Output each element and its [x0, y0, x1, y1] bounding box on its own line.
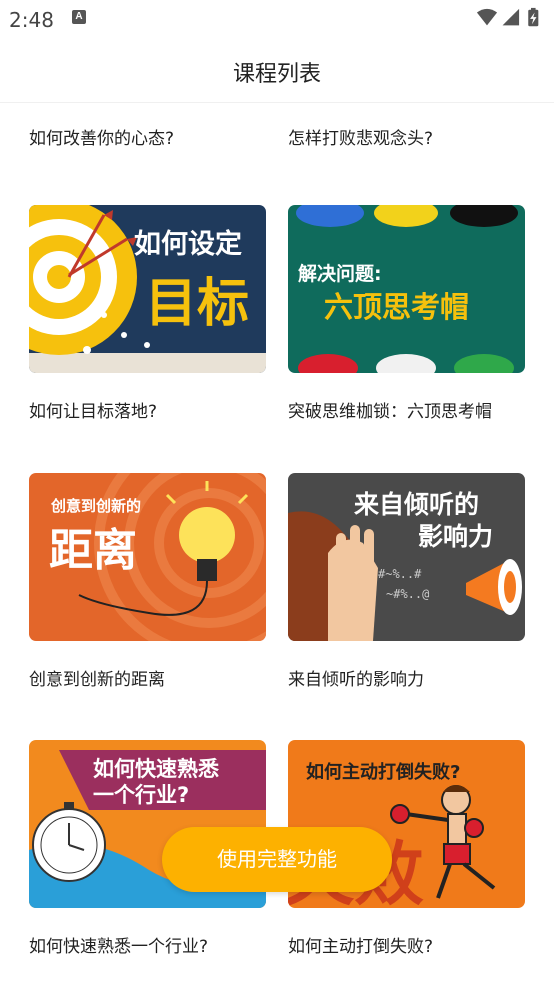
listening-illustration: #~%..# ~#%..@ 来自倾听的 影响力 — [288, 473, 525, 641]
notification-icon: A — [72, 10, 86, 24]
page-title: 课程列表 — [232, 62, 321, 87]
course-title: 突破思维枷锁：六顶思考帽 — [288, 402, 492, 422]
course-title: 创意到创新的距离 — [29, 670, 165, 690]
lightbulb-illustration: 创意到创新的 距离 — [29, 473, 266, 641]
svg-text:#~%..#: #~%..# — [378, 567, 422, 581]
svg-text:如何主动打倒失败?: 如何主动打倒失败? — [306, 761, 460, 783]
target-illustration: 如何设定 目标 — [29, 205, 266, 373]
svg-text:创意到创新的: 创意到创新的 — [50, 497, 141, 515]
svg-text:目标: 目标 — [145, 274, 249, 334]
svg-text:一个行业?: 一个行业? — [93, 783, 189, 807]
course-card[interactable]: 解决问题: 六顶思考帽 突破思维枷锁：六顶思考帽 — [288, 205, 525, 422]
course-title: 如何快速熟悉一个行业? — [29, 937, 209, 957]
course-title: 怎样打败悲观念头? — [288, 129, 434, 149]
course-thumbnail: 创意到创新的 距离 — [29, 473, 266, 641]
status-bar: 2:48 A — [0, 0, 554, 38]
svg-text:如何设定: 如何设定 — [134, 228, 242, 260]
svg-text:来自倾听的: 来自倾听的 — [354, 490, 479, 519]
svg-text:距离: 距离 — [49, 525, 137, 576]
course-card[interactable]: #~%..# ~#%..@ 来自倾听的 影响力 来自倾听的影响力 — [288, 473, 525, 690]
system-icons — [476, 7, 539, 27]
svg-text:解决问题:: 解决问题: — [298, 262, 382, 285]
battery-icon — [528, 7, 539, 27]
wifi-icon — [476, 8, 498, 26]
signal-icon — [502, 8, 520, 26]
course-thumbnail: 解决问题: 六顶思考帽 — [288, 205, 525, 373]
use-full-features-button[interactable]: 使用完整功能 — [162, 827, 392, 892]
course-thumbnail: 如何设定 目标 — [29, 205, 266, 373]
course-title: 来自倾听的影响力 — [288, 670, 424, 690]
course-title: 如何让目标落地? — [29, 402, 158, 422]
svg-text:影响力: 影响力 — [418, 522, 493, 551]
course-thumbnail: #~%..# ~#%..@ 来自倾听的 影响力 — [288, 473, 525, 641]
course-title: 如何改善你的心态? — [29, 129, 175, 149]
svg-text:~#%..@: ~#%..@ — [386, 587, 429, 601]
course-card[interactable]: 创意到创新的 距离 创意到创新的距离 — [29, 473, 266, 690]
status-time: 2:48 — [9, 8, 54, 32]
svg-text:六顶思考帽: 六顶思考帽 — [324, 290, 469, 324]
course-title: 如何主动打倒失败? — [288, 937, 434, 957]
course-card[interactable]: 如何设定 目标 如何让目标落地? — [29, 205, 266, 422]
app-header: 课程列表 — [0, 38, 554, 103]
six-hats-illustration: 解决问题: 六顶思考帽 — [288, 205, 525, 373]
svg-text:如何快速熟悉: 如何快速熟悉 — [93, 757, 219, 781]
